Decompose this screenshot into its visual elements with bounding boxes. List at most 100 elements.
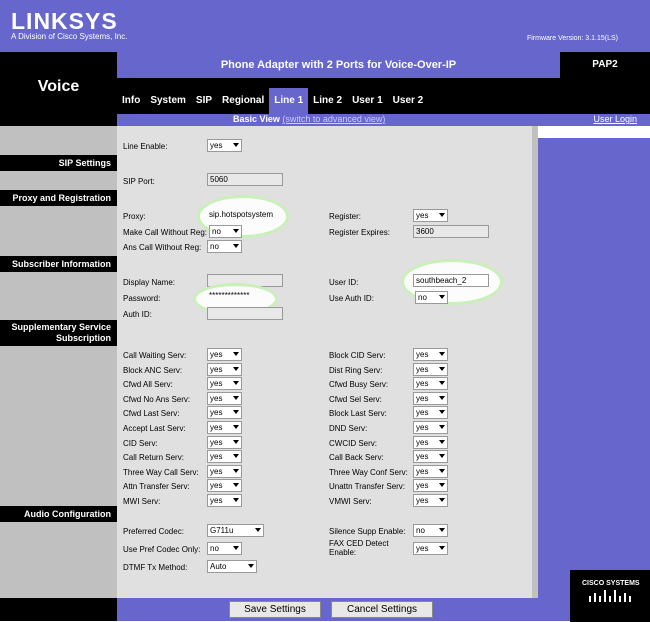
supp-left-label: Attn Transfer Serv: — [123, 482, 190, 491]
supp-right-label: Block Last Serv: — [329, 409, 387, 418]
supp-right-select[interactable]: yes — [413, 450, 448, 463]
supp-right-select[interactable]: yes — [413, 465, 448, 478]
proxy-field[interactable]: sip.hotspotsystem — [207, 209, 283, 222]
tab-info[interactable]: Info — [117, 88, 145, 114]
chevron-down-icon — [248, 564, 254, 568]
register-select[interactable]: yes — [413, 209, 448, 222]
supp-right-select[interactable]: yes — [413, 406, 448, 419]
supp-right-select[interactable]: yes — [413, 494, 448, 507]
use-auth-select[interactable]: no — [415, 291, 448, 304]
line-enable-select[interactable]: yes — [207, 139, 242, 152]
supp-left-select[interactable]: yes — [207, 363, 242, 376]
fax-ced-select[interactable]: yes — [413, 542, 448, 555]
supp-right-value: yes — [416, 467, 429, 476]
silence-supp-select[interactable]: no — [413, 524, 448, 537]
save-settings-button[interactable]: Save Settings — [229, 601, 321, 618]
chevron-down-icon — [439, 469, 445, 473]
supp-right-select[interactable]: yes — [413, 479, 448, 492]
supp-left-select[interactable]: yes — [207, 406, 242, 419]
section-proxy-registration: Proxy and Registration — [0, 190, 117, 206]
ans-call-value: no — [210, 242, 219, 251]
supp-left-select[interactable]: yes — [207, 436, 242, 449]
cisco-bars-icon — [589, 590, 631, 602]
supp-right-select[interactable]: yes — [413, 436, 448, 449]
user-login-link[interactable]: User Login — [593, 114, 637, 124]
supp-right-value: yes — [416, 496, 429, 505]
preferred-codec-select[interactable]: G711u — [207, 524, 264, 537]
register-expires-field[interactable]: 3600 — [413, 225, 489, 238]
supp-right-value: yes — [416, 379, 429, 388]
supp-right-select[interactable]: yes — [413, 392, 448, 405]
supp-left-select[interactable]: yes — [207, 348, 242, 361]
chevron-down-icon — [233, 469, 239, 473]
tab-line-2[interactable]: Line 2 — [308, 88, 347, 114]
firmware-version: Firmware Version: 3.1.15(LS) — [526, 35, 618, 42]
supp-right-select[interactable]: yes — [413, 377, 448, 390]
tab-regional[interactable]: Regional — [217, 88, 269, 114]
dtmf-select[interactable]: Auto — [207, 560, 257, 573]
supp-right-label: Call Back Serv: — [329, 453, 384, 462]
chevron-down-icon — [439, 410, 445, 414]
use-pref-codec-select[interactable]: no — [207, 542, 242, 555]
supp-right-label: VMWI Serv: — [329, 497, 372, 506]
auth-id-field[interactable] — [207, 307, 283, 320]
right-panel — [538, 138, 650, 598]
line-enable-label: Line Enable: — [123, 142, 168, 151]
ans-call-select[interactable]: no — [207, 240, 242, 253]
supp-left-select[interactable]: yes — [207, 465, 242, 478]
supp-right-label: CWCID Serv: — [329, 439, 377, 448]
make-call-select[interactable]: no — [209, 225, 242, 238]
supp-left-select[interactable]: yes — [207, 421, 242, 434]
chevron-down-icon — [439, 381, 445, 385]
supp-left-label: CID Serv: — [123, 439, 158, 448]
supp-left-value: yes — [210, 408, 223, 417]
dtmf-value: Auto — [210, 562, 227, 571]
supp-left-value: yes — [210, 394, 223, 403]
supp-right-label: Cfwd Sel Serv: — [329, 395, 382, 404]
tab-bar: Info System SIP Regional Line 1 Line 2 U… — [117, 88, 428, 114]
supp-left-select[interactable]: yes — [207, 377, 242, 390]
supp-left-select[interactable]: yes — [207, 494, 242, 507]
page-section-title: Voice — [37, 78, 80, 95]
chevron-down-icon — [439, 483, 445, 487]
password-field[interactable]: ************* — [207, 290, 272, 303]
silence-supp-label: Silence Supp Enable: — [329, 527, 406, 536]
preferred-codec-label: Preferred Codec: — [123, 527, 184, 536]
tab-line-1[interactable]: Line 1 — [269, 88, 309, 114]
tab-system[interactable]: System — [145, 88, 191, 114]
user-id-field[interactable]: southbeach_2 — [413, 274, 489, 287]
supp-left-value: yes — [210, 350, 223, 359]
advanced-view-link[interactable]: (switch to advanced view) — [282, 114, 385, 124]
tab-user-2[interactable]: User 2 — [388, 88, 429, 114]
supp-right-select[interactable]: yes — [413, 421, 448, 434]
supp-right-select[interactable]: yes — [413, 363, 448, 376]
supp-left-select[interactable]: yes — [207, 450, 242, 463]
fax-ced-label-line1: FAX CED Detect — [329, 539, 389, 548]
supp-right-value: yes — [416, 452, 429, 461]
supp-right-value: yes — [416, 350, 429, 359]
chevron-down-icon — [233, 425, 239, 429]
supp-left-select[interactable]: yes — [207, 392, 242, 405]
fax-ced-label-line2: Enable: — [329, 548, 357, 557]
user-id-label: User ID: — [329, 278, 359, 287]
chevron-down-icon — [439, 213, 445, 217]
supp-right-value: yes — [416, 481, 429, 490]
chevron-down-icon — [439, 352, 445, 356]
chevron-down-icon — [233, 367, 239, 371]
chevron-down-icon — [439, 295, 445, 299]
supp-left-value: yes — [210, 452, 223, 461]
section-subscriber-info: Subscriber Information — [0, 256, 117, 272]
cancel-settings-button[interactable]: Cancel Settings — [331, 601, 433, 618]
proxy-label: Proxy: — [123, 212, 146, 221]
chevron-down-icon — [233, 454, 239, 458]
register-label: Register: — [329, 212, 362, 221]
supp-right-label: Cfwd Busy Serv: — [329, 380, 389, 389]
sip-port-field[interactable]: 5060 — [207, 173, 283, 186]
supp-left-select[interactable]: yes — [207, 479, 242, 492]
supp-right-select[interactable]: yes — [413, 348, 448, 361]
tab-user-1[interactable]: User 1 — [347, 88, 388, 114]
tab-sip[interactable]: SIP — [191, 88, 217, 114]
supp-right-value: yes — [416, 365, 429, 374]
supp-right-label: Unattn Transfer Serv: — [329, 482, 406, 491]
chevron-down-icon — [233, 143, 239, 147]
